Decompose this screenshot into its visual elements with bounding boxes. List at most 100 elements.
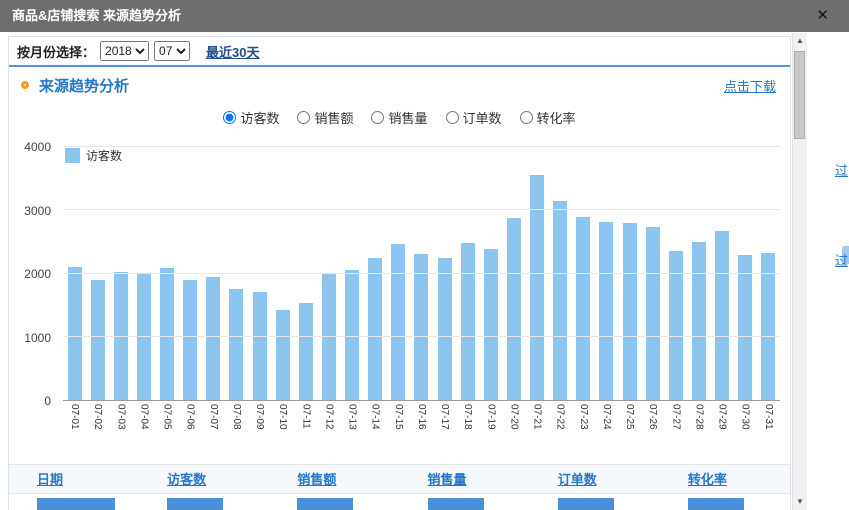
x-tick-07-19: 07-19 <box>479 404 502 430</box>
bar-07-09 <box>253 292 267 400</box>
x-tick-07-21: 07-21 <box>526 404 549 430</box>
year-select[interactable]: 2018 <box>100 41 149 61</box>
clipped-link-fragment-1: 过 <box>835 250 848 269</box>
vertical-scrollbar[interactable]: ▲ ▼ <box>792 33 807 510</box>
metric-radio-input-0[interactable] <box>223 111 236 124</box>
metric-radio-input-1[interactable] <box>297 111 310 124</box>
metric-radio-4[interactable]: 转化率 <box>520 108 576 127</box>
x-tick-07-07: 07-07 <box>202 404 225 430</box>
clipped-cell-value <box>167 498 223 510</box>
dialog-titlebar: 商品&店铺搜索 来源趋势分析 ✕ <box>0 0 849 32</box>
gridline-4000 <box>63 146 780 147</box>
recent-30-days-link[interactable]: 最近30天 <box>206 42 259 61</box>
x-tick-07-03: 07-03 <box>109 404 132 430</box>
metric-radio-1[interactable]: 销售额 <box>297 108 353 127</box>
bar-07-06 <box>183 280 197 400</box>
scroll-down-icon[interactable]: ▼ <box>793 494 807 510</box>
bar-07-18 <box>461 243 475 400</box>
clipped-cell-value <box>688 498 744 510</box>
y-tick-3000: 3000 <box>24 204 51 218</box>
x-tick-07-05: 07-05 <box>156 404 179 430</box>
bars <box>63 147 780 400</box>
bar-07-28 <box>692 242 706 400</box>
x-tick-07-16: 07-16 <box>410 404 433 430</box>
bar-07-22 <box>553 201 567 400</box>
x-tick-07-31: 07-31 <box>757 404 780 430</box>
section-title: 来源趋势分析 <box>39 75 129 96</box>
download-link[interactable]: 点击下载 <box>724 76 776 95</box>
table-header-link-2[interactable]: 销售额 <box>297 472 336 487</box>
chart-plot-area <box>63 147 780 401</box>
y-tick-1000: 1000 <box>24 331 51 345</box>
x-tick-07-11: 07-11 <box>294 404 317 430</box>
bar-07-17 <box>438 258 452 400</box>
x-tick-07-24: 07-24 <box>595 404 618 430</box>
table-header-cell-0: 日期 <box>9 469 139 489</box>
y-tick-2000: 2000 <box>24 267 51 281</box>
metric-radio-label-4: 转化率 <box>537 108 576 127</box>
x-tick-07-09: 07-09 <box>248 404 271 430</box>
x-tick-07-10: 07-10 <box>271 404 294 430</box>
table-header-link-5[interactable]: 转化率 <box>688 472 727 487</box>
table-cell-3 <box>400 494 530 510</box>
clipped-cell-value <box>558 498 614 510</box>
bar-07-01 <box>68 267 82 400</box>
month-select[interactable]: 07 <box>154 41 190 61</box>
gridline-2000 <box>63 273 780 274</box>
gridline-1000 <box>63 336 780 337</box>
table-header-cell-4: 订单数 <box>530 469 660 489</box>
scroll-up-icon[interactable]: ▲ <box>793 33 807 49</box>
table-header-link-3[interactable]: 销售量 <box>428 472 467 487</box>
x-tick-07-22: 07-22 <box>549 404 572 430</box>
metric-radio-3[interactable]: 订单数 <box>446 108 502 127</box>
metric-radio-0[interactable]: 访客数 <box>223 108 279 127</box>
table-cell-4 <box>530 494 660 510</box>
background-page-sliver: 过过 <box>807 32 849 510</box>
x-tick-07-28: 07-28 <box>687 404 710 430</box>
metric-radio-input-4[interactable] <box>520 111 533 124</box>
x-tick-07-29: 07-29 <box>711 404 734 430</box>
bar-07-12 <box>322 274 336 400</box>
bar-07-25 <box>623 223 637 400</box>
bar-07-11 <box>299 303 313 400</box>
clipped-link-fragment-0: 过 <box>835 160 848 179</box>
legend-swatch-icon <box>65 148 80 163</box>
bar-07-26 <box>646 227 660 400</box>
table-header-cell-5: 转化率 <box>660 469 790 489</box>
x-tick-07-23: 07-23 <box>572 404 595 430</box>
scrollbar-thumb[interactable] <box>794 51 805 139</box>
bar-07-05 <box>160 268 174 400</box>
x-tick-07-01: 07-01 <box>63 404 86 430</box>
close-icon[interactable]: ✕ <box>816 0 829 32</box>
table-header-cell-3: 销售量 <box>400 469 530 489</box>
bar-07-08 <box>229 289 243 400</box>
metric-radio-label-2: 销售量 <box>388 108 427 127</box>
section-header: 来源趋势分析 点击下载 <box>9 67 790 103</box>
dialog-title: 商品&店铺搜索 来源趋势分析 <box>0 0 849 32</box>
month-filter-row: 按月份选择： 2018 07 最近30天 <box>9 37 790 67</box>
metric-radio-input-2[interactable] <box>371 111 384 124</box>
x-axis-labels-inner: 07-0107-0207-0307-0407-0507-0607-0707-08… <box>63 404 780 430</box>
x-tick-07-06: 07-06 <box>179 404 202 430</box>
bar-07-14 <box>368 258 382 400</box>
x-tick-07-02: 07-02 <box>86 404 109 430</box>
metric-radio-input-3[interactable] <box>446 111 459 124</box>
month-filter-label: 按月份选择： <box>17 42 95 61</box>
clipped-cell-value <box>37 498 115 510</box>
metric-radio-group: 访客数 销售额 销售量订单数 转化率 <box>9 103 790 131</box>
bar-07-23 <box>576 217 590 400</box>
table-header-link-1[interactable]: 访客数 <box>167 472 206 487</box>
x-tick-07-25: 07-25 <box>618 404 641 430</box>
trend-bar-chart: 01000200030004000 访客数 <box>13 139 788 401</box>
table-header-link-0[interactable]: 日期 <box>37 472 63 487</box>
metric-radio-2[interactable]: 销售量 <box>371 108 427 127</box>
bar-07-07 <box>206 277 220 400</box>
dialog-content: 按月份选择： 2018 07 最近30天 来源趋势分析 点击下载 访客数销售额销… <box>8 36 791 510</box>
bar-07-10 <box>276 310 290 400</box>
metric-radio-label-1: 销售额 <box>314 108 353 127</box>
clipped-cell-value <box>428 498 484 510</box>
chart-legend[interactable]: 访客数 <box>65 147 122 164</box>
table-cell-1 <box>139 494 269 510</box>
table-header-link-4[interactable]: 订单数 <box>558 472 597 487</box>
y-axis-labels: 01000200030004000 <box>13 147 57 401</box>
